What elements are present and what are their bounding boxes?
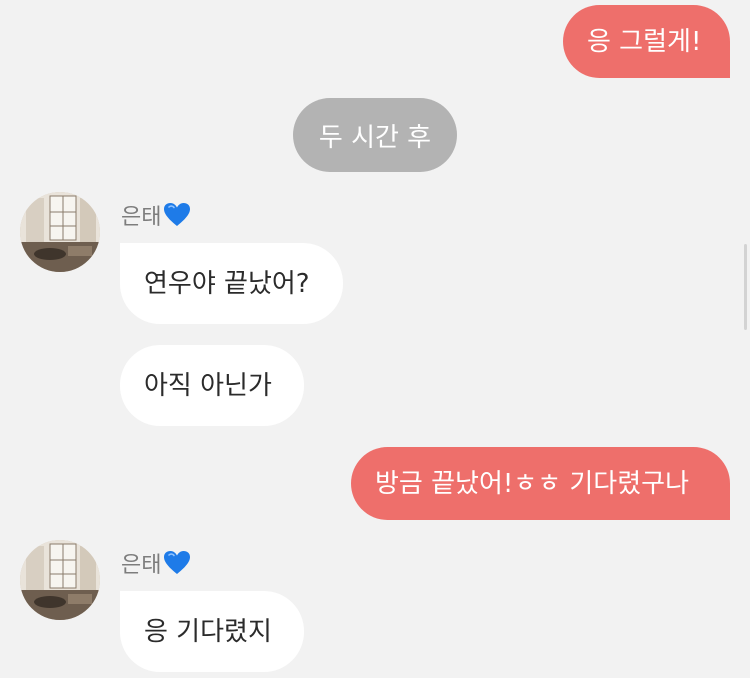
sender-name-text: 은태 [121, 205, 162, 230]
scrollbar[interactable] [744, 244, 747, 330]
incoming-message-bubble[interactable]: 아직 아닌가 [120, 345, 304, 426]
incoming-message-bubble[interactable]: 응 기다렸지 [120, 591, 304, 672]
sender-name: 은태 [121, 200, 191, 230]
avatar-image [20, 192, 100, 272]
blue-heart-icon [164, 551, 191, 574]
message-text: 아직 아닌가 [144, 370, 272, 401]
time-divider: 두 시간 후 [293, 98, 457, 172]
outgoing-message-bubble[interactable]: 방금 끝났어!ㅎㅎ 기다렸구나 [351, 447, 730, 520]
blue-heart-icon [164, 203, 191, 226]
time-divider-text: 두 시간 후 [318, 122, 432, 153]
avatar[interactable] [20, 540, 100, 620]
sender-name-text: 은태 [121, 553, 162, 578]
avatar-image [20, 540, 100, 620]
outgoing-message-bubble[interactable]: 응 그럴게! [563, 5, 730, 78]
message-text: 연우야 끝났어? [144, 268, 310, 299]
sender-name: 은태 [121, 548, 191, 578]
message-text: 방금 끝났어!ㅎㅎ 기다렸구나 [375, 468, 689, 499]
avatar[interactable] [20, 192, 100, 272]
message-text: 응 기다렸지 [144, 616, 272, 647]
message-text: 응 그럴게! [587, 26, 702, 57]
incoming-message-bubble[interactable]: 연우야 끝났어? [120, 243, 343, 324]
